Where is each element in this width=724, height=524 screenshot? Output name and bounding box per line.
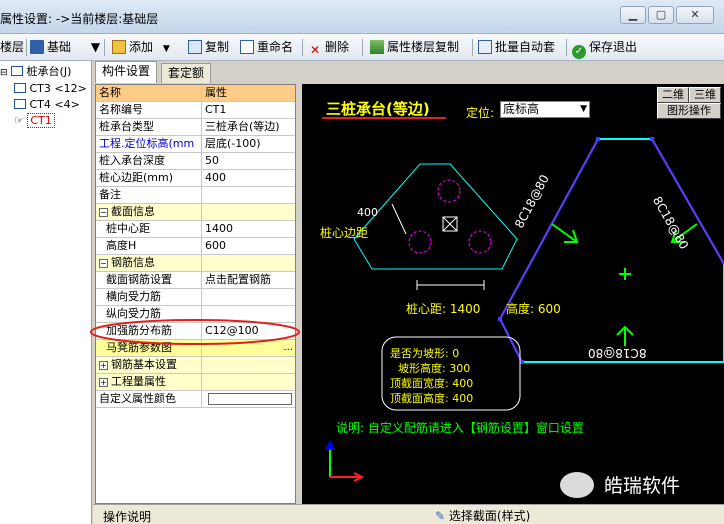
group-row-rebar[interactable]: − 钢筋信息 <box>96 255 295 272</box>
table-row[interactable]: 自定义属性颜色 <box>96 391 295 408</box>
check-icon: ✓ <box>572 45 586 59</box>
batch-auto-apply-button[interactable]: 批量自动套 <box>478 38 555 57</box>
toolbar: 楼层 基础 ▼ 添加 ▼ 复制 重命名 ✕ 删除 属性楼层复制 批量自动套 ✓ 保存… <box>0 34 724 61</box>
height-label: 高度: 600 <box>506 302 561 316</box>
top-height-label: 顶截面高度: 400 <box>390 392 474 405</box>
group-row-section[interactable]: − 截面信息 <box>96 204 295 221</box>
copy-icon <box>188 40 202 54</box>
edge-distance-label: 桩心边距 <box>320 226 369 240</box>
table-row[interactable]: 桩入承台深度 50 <box>96 153 295 170</box>
top-width-label: 顶截面宽度: 400 <box>390 377 474 390</box>
tabs: 构件设置 套定额 <box>93 61 303 83</box>
grid-header: 名称 属性 <box>96 85 295 102</box>
chevron-down-icon: ▼ <box>90 40 101 54</box>
table-row[interactable]: 名称编号 CT1 <box>96 102 295 119</box>
add-button[interactable]: 添加 ▼ <box>112 38 170 57</box>
tree-item-ct4[interactable]: CT4 <4> <box>14 97 80 113</box>
layers-icon <box>370 40 384 54</box>
graph-ops-button[interactable]: 图形操作 <box>657 103 721 119</box>
view-3d-button[interactable]: 三维 <box>689 87 721 103</box>
expand-icon[interactable]: + <box>99 378 108 387</box>
dim-400-label: 400 <box>357 206 378 219</box>
drawing-svg <box>322 117 724 482</box>
delete-button[interactable]: ✕ 删除 <box>308 38 349 57</box>
chevron-down-icon: ▼ <box>580 104 587 114</box>
floor-label: 楼层 <box>0 40 25 54</box>
ops-description-tab[interactable]: 操作说明 <box>103 508 151 524</box>
copy-button[interactable]: 复制 <box>188 38 229 57</box>
note-text: 说明: 自定义配筋请进入【钢筋设置】窗口设置 <box>336 421 584 435</box>
expand-icon: ⊟ <box>0 68 8 78</box>
locate-label: 定位: <box>466 106 495 120</box>
slope-height-label: 坡形高度: 300 <box>398 362 471 375</box>
chevron-down-icon: ▼ <box>162 44 170 54</box>
tree-item-ct1[interactable]: ☞ CT1 <box>14 113 55 129</box>
group-row-rebar-basic[interactable]: + 钢筋基本设置 <box>96 357 295 374</box>
collapse-icon[interactable]: − <box>99 259 108 268</box>
pencil-icon: ✎ <box>435 509 446 523</box>
copy-floor-attr-button[interactable]: 属性楼层复制 <box>370 38 459 57</box>
window-title: 属性设置: ->当前楼层:基础层 <box>0 12 159 26</box>
table-row[interactable]: 桩心边距(mm) 400 <box>96 170 295 187</box>
pile-spacing-label: 桩心距: 1400 <box>406 302 481 316</box>
hand-pointer-icon: ☞ <box>14 114 24 127</box>
rebar-label-bottom: 8C18@80 <box>588 346 647 360</box>
locate-select[interactable]: 底标高 ▼ <box>500 101 590 118</box>
watermark: 皓瑞软件 <box>604 475 681 497</box>
floor-icon <box>30 40 44 54</box>
add-icon <box>112 40 126 54</box>
property-grid: 名称 属性 名称编号 CT1 桩承台类型 三桩承台(等边) 工程.定位标高(mm… <box>90 84 300 504</box>
table-row[interactable]: 横向受力筋 <box>96 289 295 306</box>
delete-icon: ✕ <box>309 43 321 57</box>
title-bar: 属性设置: ->当前楼层:基础层 ▁ ▢ ✕ <box>0 0 724 34</box>
collapse-icon[interactable]: − <box>99 208 108 217</box>
table-row[interactable]: 备注 <box>96 187 295 204</box>
tab-quota[interactable]: 套定额 <box>161 63 212 83</box>
wechat-logo <box>560 472 594 498</box>
view-2d-button[interactable]: 二维 <box>657 87 689 103</box>
close-button[interactable]: ✕ <box>676 6 714 24</box>
canvas-title: 三桩承台(等边) <box>326 100 430 118</box>
table-row[interactable]: 截面钢筋设置 点击配置钢筋 <box>96 272 295 289</box>
tab-component-settings[interactable]: 构件设置 <box>95 61 158 83</box>
bottom-bar: 操作说明 ✎ 选择截面(样式) <box>93 504 724 524</box>
pile-cap-icon <box>14 99 26 109</box>
table-row[interactable]: 高度H 600 <box>96 238 295 255</box>
batch-icon <box>478 40 492 54</box>
component-tree: ⊟ 桩承台(J) CT3 <12> CT4 <4> ☞ CT1 <box>0 61 92 524</box>
table-row[interactable]: 工程.定位标高(mm 层底(-100) <box>96 136 295 153</box>
highlight-ellipse <box>90 319 300 345</box>
select-section-button[interactable]: ✎ 选择截面(样式) <box>435 507 530 524</box>
rename-button[interactable]: 重命名 <box>240 38 293 57</box>
slope-flag-label: 是否为坡形: 0 <box>390 347 460 360</box>
group-row-quantity[interactable]: + 工程量属性 <box>96 374 295 391</box>
tree-item-ct3[interactable]: CT3 <12> <box>14 81 87 97</box>
rename-icon <box>240 40 254 54</box>
expand-icon[interactable]: + <box>99 361 108 370</box>
pile-cap-icon <box>14 83 26 93</box>
table-row[interactable]: 桩承台类型 三桩承台(等边) <box>96 119 295 136</box>
save-exit-button[interactable]: ✓ 保存退出 <box>572 38 637 59</box>
table-row[interactable]: 桩中心距 1400 <box>96 221 295 238</box>
drawing-canvas[interactable]: 三桩承台(等边) 定位: 底标高 ▼ 二维 三维 图形操作 400 桩心边距 桩… <box>302 84 724 504</box>
maximize-button[interactable]: ▢ <box>648 6 674 24</box>
color-swatch[interactable] <box>208 393 292 405</box>
pile-cap-icon <box>11 66 24 76</box>
tree-root[interactable]: ⊟ 桩承台(J) <box>0 64 71 80</box>
base-floor-dropdown[interactable]: 基础 ▼ <box>30 38 100 57</box>
minimize-button[interactable]: ▁ <box>620 6 646 24</box>
